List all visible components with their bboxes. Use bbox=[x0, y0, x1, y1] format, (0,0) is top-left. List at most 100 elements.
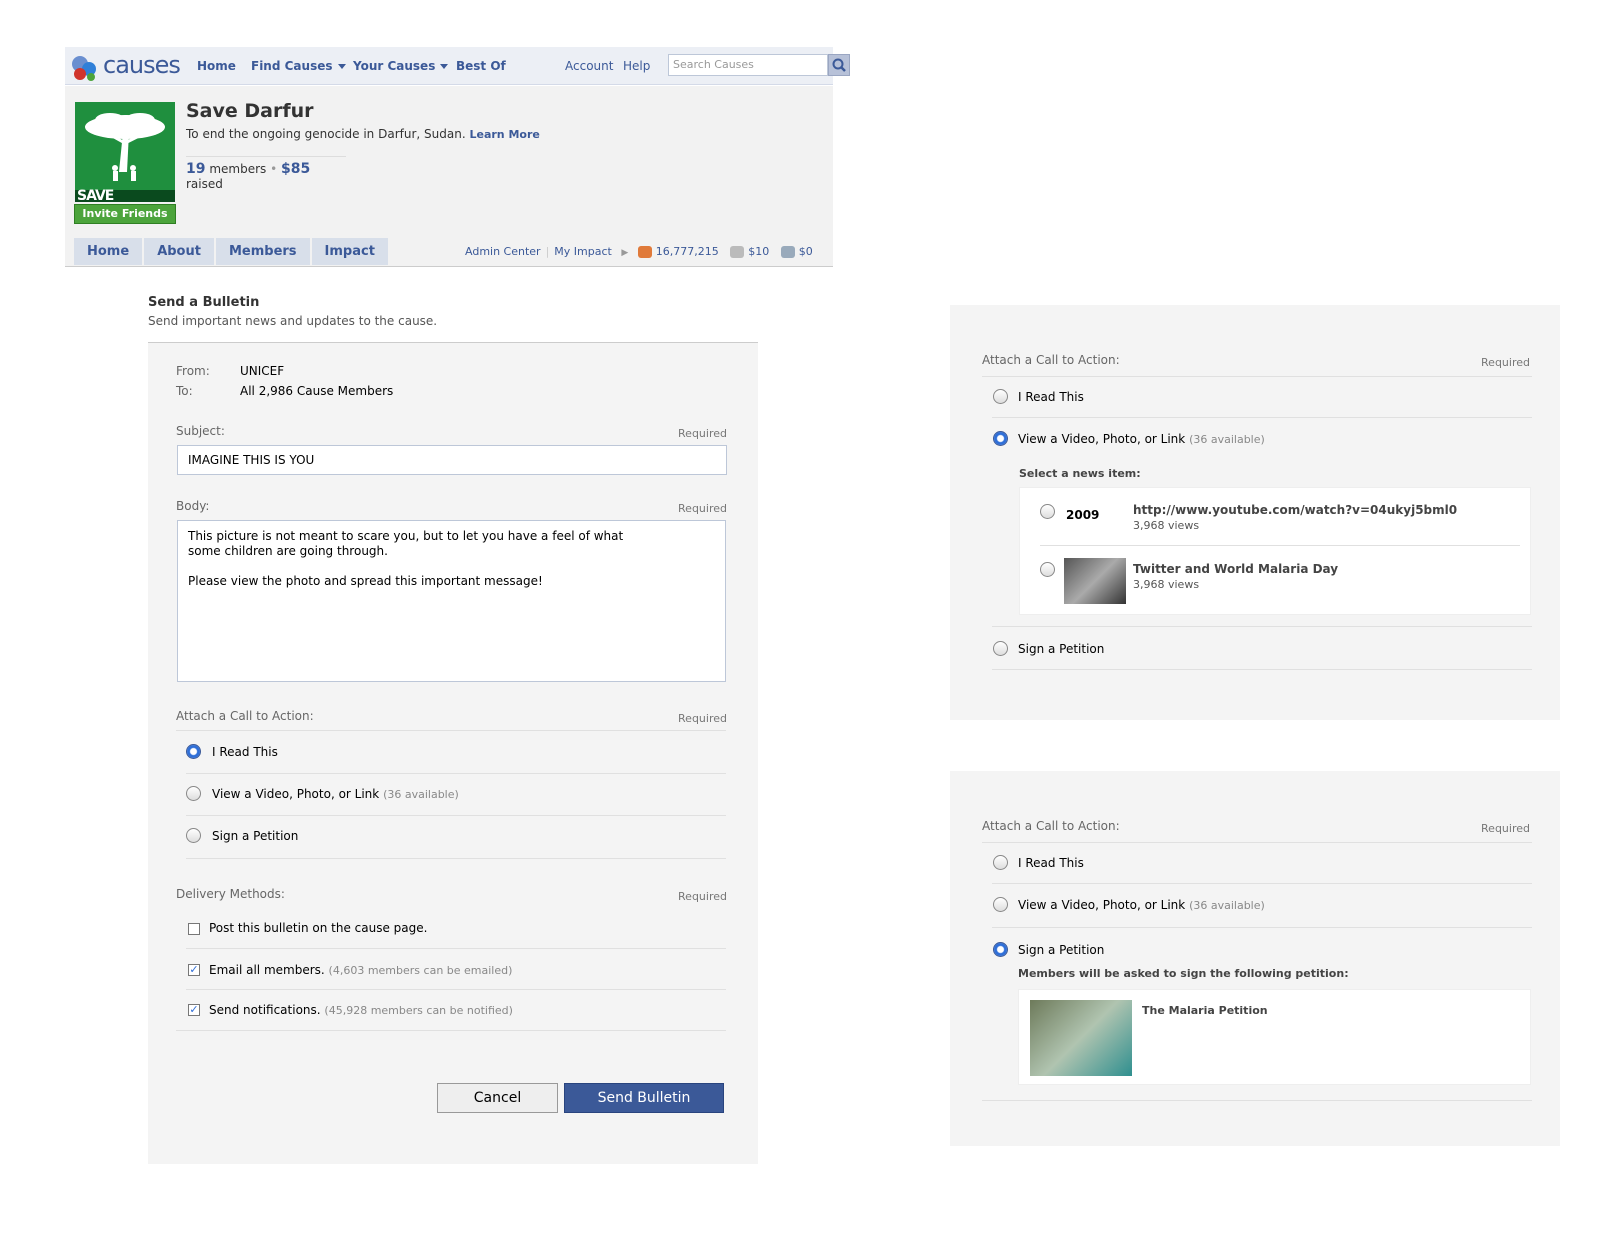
admin-center-link[interactable]: Admin Center bbox=[465, 245, 541, 258]
cause-logo-text: SAVE DARFUR bbox=[77, 188, 114, 202]
learn-more-link[interactable]: Learn More bbox=[469, 128, 539, 141]
tab-members[interactable]: Members bbox=[215, 238, 310, 265]
cta-read-label[interactable]: I Read This bbox=[1018, 856, 1084, 870]
cta-video-panel: Attach a Call to Action: Required I Read… bbox=[950, 305, 1560, 720]
cta-read-label[interactable]: I Read This bbox=[212, 745, 278, 759]
petition-thumbnail bbox=[1030, 1000, 1132, 1076]
email-members-checkbox[interactable]: ✓ bbox=[188, 964, 200, 976]
cta-read-radio[interactable] bbox=[993, 855, 1008, 870]
search-input[interactable]: Search Causes bbox=[668, 54, 828, 76]
post-on-page-label[interactable]: Post this bulletin on the cause page. bbox=[209, 921, 427, 935]
petition-box: The Malaria Petition bbox=[1018, 989, 1531, 1085]
body-line-2: some children are going through. bbox=[188, 544, 388, 558]
search-button[interactable] bbox=[828, 54, 850, 76]
members-label: members bbox=[209, 162, 267, 176]
divider bbox=[992, 883, 1532, 884]
divider bbox=[186, 948, 726, 949]
news-item-title[interactable]: http://www.youtube.com/watch?v=04ukyj5bm… bbox=[1133, 503, 1457, 517]
news-items-list: 2009 http://www.youtube.com/watch?v=04uk… bbox=[1019, 487, 1531, 615]
petition-prompt: Members will be asked to sign the follow… bbox=[1018, 967, 1349, 980]
body-label: Body: bbox=[176, 499, 210, 513]
subject-required: Required bbox=[678, 427, 727, 440]
cause-stats: 19 members • $85 raised bbox=[186, 156, 346, 191]
nav-find-causes[interactable]: Find Causes bbox=[251, 59, 346, 73]
to-value: All 2,986 Cause Members bbox=[240, 384, 394, 398]
send-notifications-checkbox[interactable]: ✓ bbox=[188, 1004, 200, 1016]
globe-logo-icon bbox=[72, 56, 96, 81]
divider bbox=[186, 989, 726, 990]
body-line-3: Please view the photo and spread this im… bbox=[188, 574, 543, 588]
impact-links: Admin Center | My Impact ▶ 16,777,215 $10 … bbox=[465, 245, 813, 258]
nav-your-causes-label: Your Causes bbox=[353, 59, 436, 73]
cause-tabs: Home About Members Impact bbox=[74, 238, 390, 265]
cta-video-label[interactable]: View a Video, Photo, or Link (36 availab… bbox=[212, 787, 459, 801]
cta-video-radio[interactable] bbox=[186, 786, 201, 801]
cta-video-available: (36 available) bbox=[1189, 433, 1265, 446]
help-link[interactable]: Help bbox=[623, 59, 650, 73]
send-notifications-label[interactable]: Send notifications. (45,928 members can … bbox=[209, 1003, 513, 1017]
divider bbox=[982, 842, 1532, 843]
cta-video-radio[interactable] bbox=[993, 897, 1008, 912]
cta-petition-label[interactable]: Sign a Petition bbox=[1018, 943, 1104, 957]
subject-label: Subject: bbox=[176, 424, 225, 438]
petition-title[interactable]: The Malaria Petition bbox=[1142, 1004, 1268, 1017]
cta-video-radio[interactable] bbox=[993, 431, 1008, 446]
cta-video-text: View a Video, Photo, or Link bbox=[1018, 898, 1186, 912]
body-required: Required bbox=[678, 502, 727, 515]
divider bbox=[982, 1100, 1532, 1101]
members-count[interactable]: 19 bbox=[186, 161, 205, 177]
cta-label: Attach a Call to Action: bbox=[982, 353, 1120, 367]
logo-text: causes bbox=[103, 51, 181, 79]
cta-petition-radio[interactable] bbox=[993, 641, 1008, 656]
divider bbox=[176, 1030, 726, 1031]
chevron-down-icon bbox=[440, 64, 449, 69]
my-impact-link[interactable]: My Impact bbox=[554, 245, 612, 258]
donated-amount: $10 bbox=[748, 245, 770, 258]
news-item-radio[interactable] bbox=[1040, 562, 1055, 577]
cta-required: Required bbox=[678, 712, 727, 725]
cta-read-radio[interactable] bbox=[186, 744, 201, 759]
header-divider bbox=[65, 266, 833, 267]
from-value: UNICEF bbox=[240, 364, 285, 378]
cta-petition-label[interactable]: Sign a Petition bbox=[212, 829, 298, 843]
tab-about[interactable]: About bbox=[144, 238, 214, 265]
news-item-title[interactable]: Twitter and World Malaria Day bbox=[1133, 562, 1338, 576]
cta-video-label[interactable]: View a Video, Photo, or Link (36 availab… bbox=[1018, 898, 1265, 912]
body-line-1: This picture is not meant to scare you, … bbox=[188, 529, 624, 543]
news-item-radio[interactable] bbox=[1040, 504, 1055, 519]
divider bbox=[1040, 545, 1520, 546]
cancel-button[interactable]: Cancel bbox=[437, 1083, 558, 1113]
cta-read-radio[interactable] bbox=[993, 389, 1008, 404]
cta-video-label[interactable]: View a Video, Photo, or Link (36 availab… bbox=[1018, 432, 1265, 446]
account-link[interactable]: Account bbox=[565, 59, 613, 73]
delivery-required: Required bbox=[678, 890, 727, 903]
tab-impact[interactable]: Impact bbox=[311, 238, 388, 265]
cta-petition-radio[interactable] bbox=[993, 942, 1008, 957]
nav-home[interactable]: Home bbox=[197, 59, 236, 73]
select-news-label: Select a news item: bbox=[1019, 467, 1141, 480]
cta-petition-radio[interactable] bbox=[186, 828, 201, 843]
email-members-text: Email all members. bbox=[209, 963, 325, 977]
body-textarea[interactable]: This picture is not meant to scare you, … bbox=[177, 520, 726, 682]
post-on-page-checkbox[interactable] bbox=[188, 923, 200, 935]
cta-video-text: View a Video, Photo, or Link bbox=[1018, 432, 1186, 446]
tab-home[interactable]: Home bbox=[74, 238, 143, 265]
cta-read-label[interactable]: I Read This bbox=[1018, 390, 1084, 404]
raised-label: raised bbox=[186, 177, 223, 191]
raised-amount[interactable]: $85 bbox=[281, 161, 310, 177]
bulletin-form: From: UNICEF To: All 2,986 Cause Members… bbox=[148, 342, 758, 1164]
cta-petition-label[interactable]: Sign a Petition bbox=[1018, 642, 1104, 656]
divider bbox=[186, 773, 726, 774]
news-item-thumbnail bbox=[1064, 558, 1126, 604]
nav-your-causes[interactable]: Your Causes bbox=[353, 59, 449, 73]
tree-logo-icon bbox=[75, 102, 175, 202]
invite-friends-button[interactable]: Invite Friends bbox=[74, 204, 176, 224]
cta-required: Required bbox=[1481, 822, 1530, 835]
news-item-views: 3,968 views bbox=[1133, 519, 1200, 532]
email-members-label[interactable]: Email all members. (4,603 members can be… bbox=[209, 963, 512, 977]
email-members-count: (4,603 members can be emailed) bbox=[328, 964, 513, 977]
search-icon bbox=[832, 58, 846, 72]
send-bulletin-button[interactable]: Send Bulletin bbox=[564, 1083, 724, 1113]
nav-best-of[interactable]: Best Of bbox=[456, 59, 506, 73]
subject-input[interactable]: IMAGINE THIS IS YOU bbox=[177, 445, 727, 475]
